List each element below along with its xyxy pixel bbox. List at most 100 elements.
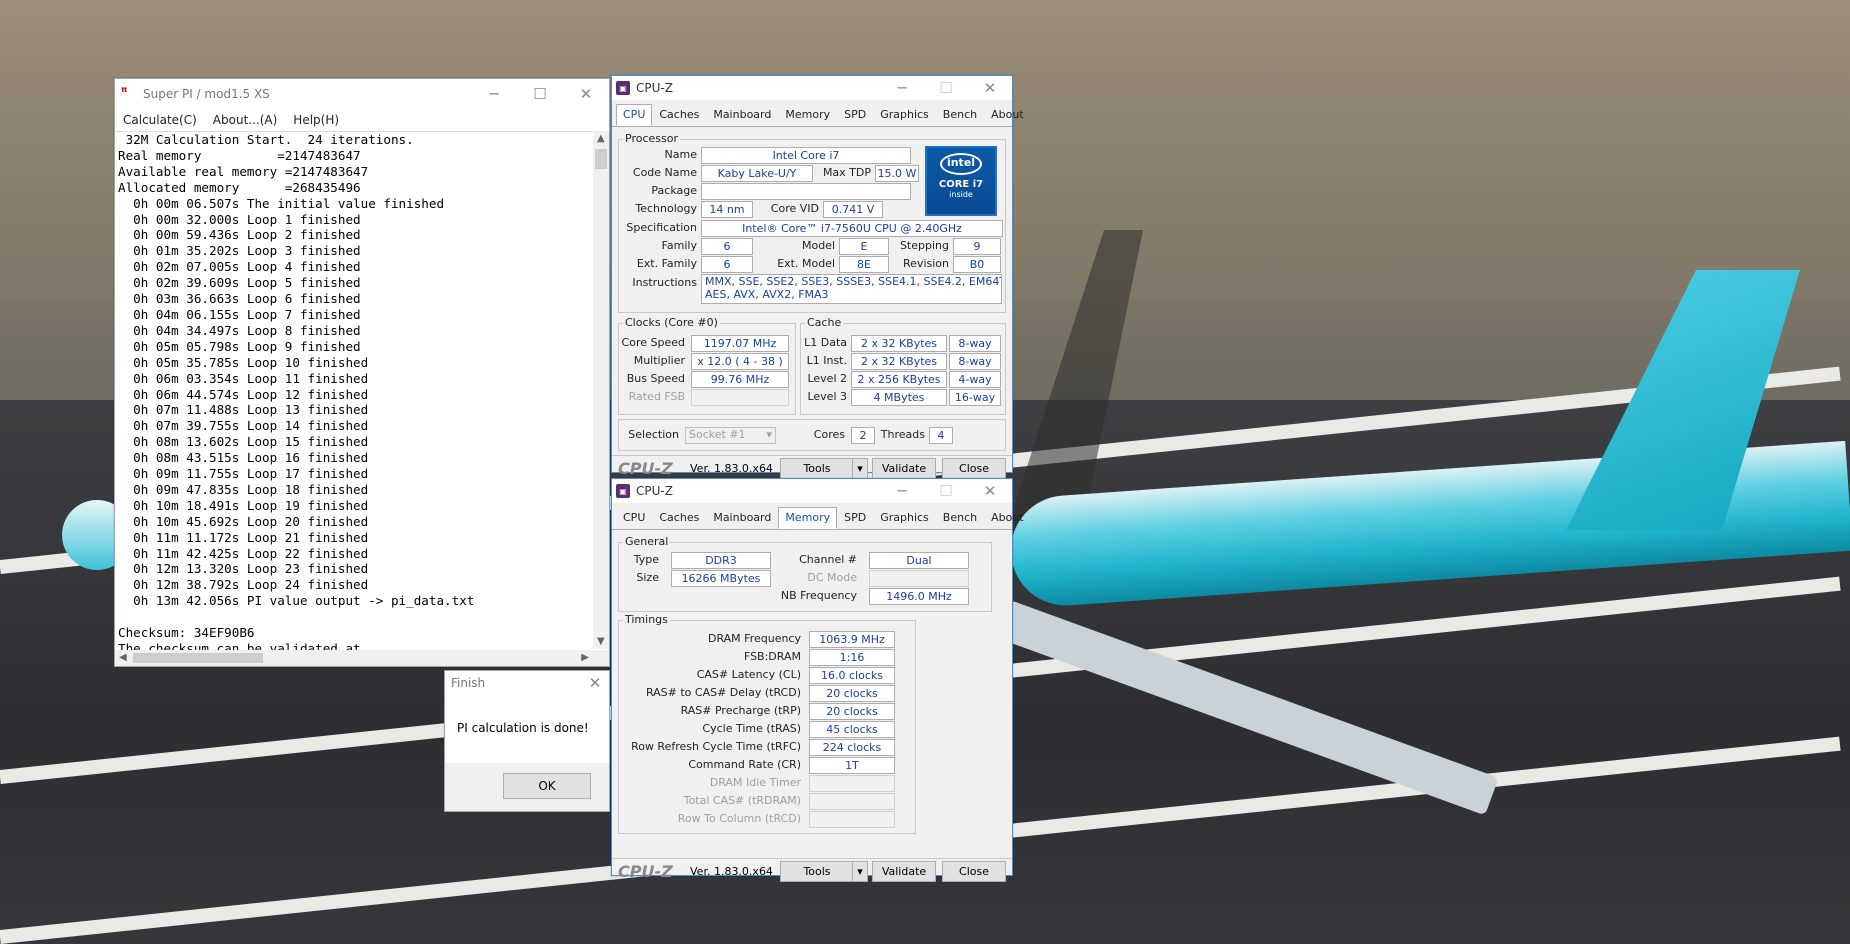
channel-label: Channel #	[799, 553, 857, 566]
scroll-left-icon[interactable]: ◀	[119, 652, 127, 663]
timing-label: DRAM Frequency	[707, 632, 801, 645]
stepping-value: 9	[953, 238, 1001, 255]
l1data-way: 8-way	[949, 335, 1001, 352]
close-icon[interactable]: ✕	[581, 671, 609, 695]
timing-label: Row To Column (tRCD)	[677, 812, 801, 825]
maxtdp-value: 15.0 W	[875, 165, 919, 182]
menu-calculate[interactable]: Calculate(C)	[115, 113, 205, 127]
scroll-right-icon[interactable]: ▶	[581, 652, 589, 663]
ok-button[interactable]: OK	[503, 773, 591, 799]
level2-label: Level 2	[807, 372, 847, 385]
superpi-menubar: Calculate(C) About...(A) Help(H)	[115, 109, 609, 131]
cpuz-tabbar: CPU Caches Mainboard Memory SPD Graphics…	[612, 100, 1024, 127]
tab-spd[interactable]: SPD	[837, 507, 873, 529]
minimize-icon[interactable]: ─	[880, 479, 924, 503]
extmodel-label: Ext. Model	[777, 257, 835, 270]
tab-memory[interactable]: Memory	[778, 104, 837, 126]
revision-label: Revision	[903, 257, 949, 270]
codename-label: Code Name	[632, 166, 697, 179]
cpuz-footer: CPU-Z Ver. 1.83.0.x64 Tools ▾ Validate C…	[612, 858, 1012, 883]
timing-value: 16.0 clocks	[809, 667, 895, 684]
socket-select[interactable]: Socket #1 ▾	[685, 427, 776, 444]
cpuz-cpu-window: ▣ CPU-Z ─ ☐ ✕ CPU Caches Mainboard Memor…	[611, 75, 1024, 479]
vertical-scrollbar[interactable]: ▲ ▼	[593, 131, 609, 649]
tab-bench[interactable]: Bench	[936, 104, 984, 126]
tools-button[interactable]: Tools	[780, 458, 854, 479]
superpi-window: π Super PI / mod1.5 XS ─ ☐ ✕ Calculate(C…	[114, 78, 610, 667]
timings-group: Timings DRAM Frequency 1063.9 MHz FSB:DRAM…	[618, 613, 916, 834]
timing-value: 1063.9 MHz	[809, 631, 895, 648]
tab-memory[interactable]: Memory	[778, 507, 838, 529]
maximize-icon[interactable]: ☐	[924, 76, 968, 100]
scrollbar-thumb[interactable]	[133, 653, 263, 663]
window-title: CPU-Z	[636, 81, 673, 95]
close-icon[interactable]: ✕	[968, 479, 1012, 503]
instructions-label: Instructions	[632, 276, 697, 289]
busspeed-value: 99.76 MHz	[691, 371, 789, 388]
level3-label: Level 3	[807, 390, 847, 403]
tab-cpu[interactable]: CPU	[616, 507, 652, 529]
tab-caches[interactable]: Caches	[652, 507, 706, 529]
scrollbar-thumb[interactable]	[595, 149, 607, 169]
cpuz-titlebar[interactable]: ▣ CPU-Z ─ ☐ ✕	[612, 76, 1012, 100]
maximize-icon[interactable]: ☐	[924, 479, 968, 503]
selection-label: Selection	[628, 428, 679, 441]
corespeed-label: Core Speed	[621, 336, 685, 349]
tab-mainboard[interactable]: Mainboard	[706, 507, 778, 529]
menu-help[interactable]: Help(H)	[285, 113, 347, 127]
revision-value: B0	[953, 256, 1001, 273]
cpu-panel: Processor Name Intel Core i7 Code Name K…	[612, 127, 1012, 455]
cores-label: Cores	[813, 428, 845, 441]
close-icon[interactable]: ✕	[563, 79, 609, 109]
tab-cpu[interactable]: CPU	[616, 104, 653, 126]
close-button[interactable]: Close	[942, 861, 1006, 882]
maximize-icon[interactable]: ☐	[517, 79, 563, 109]
size-value: 16266 MBytes	[671, 570, 771, 587]
timing-label: RAS# to CAS# Delay (tRCD)	[645, 686, 801, 699]
tab-graphics[interactable]: Graphics	[873, 507, 936, 529]
group-legend: Timings	[623, 613, 670, 626]
scroll-down-icon[interactable]: ▼	[597, 636, 605, 647]
close-button[interactable]: Close	[942, 458, 1006, 479]
timing-value	[809, 811, 895, 828]
validate-button[interactable]: Validate	[872, 458, 936, 479]
tab-about[interactable]: About	[984, 104, 1031, 126]
specification-value: Intel® Core™ i7-7560U CPU @ 2.40GHz	[701, 220, 1003, 237]
horizontal-scrollbar[interactable]: ◀ ▶	[115, 650, 609, 666]
timing-value	[809, 775, 895, 792]
tab-mainboard[interactable]: Mainboard	[706, 104, 778, 126]
close-icon[interactable]: ✕	[968, 76, 1012, 100]
corevid-label: Core VID	[770, 202, 819, 215]
tab-spd[interactable]: SPD	[837, 104, 873, 126]
tools-dropdown-icon[interactable]: ▾	[852, 458, 868, 479]
tab-bench[interactable]: Bench	[936, 507, 984, 529]
level2-way: 4-way	[949, 371, 1001, 388]
tools-dropdown-icon[interactable]: ▾	[852, 861, 868, 882]
superpi-titlebar[interactable]: π Super PI / mod1.5 XS ─ ☐ ✕	[115, 79, 609, 109]
superpi-app-icon: π	[121, 85, 128, 94]
minimize-icon[interactable]: ─	[880, 76, 924, 100]
specification-label: Specification	[626, 221, 697, 234]
tab-about[interactable]: About	[984, 507, 1031, 529]
cores-value: 2	[851, 427, 875, 444]
intel-core-i7-logo: intel CORE i7 inside	[925, 146, 997, 216]
superpi-output-log[interactable]: 32M Calculation Start. 24 iterations. Re…	[115, 131, 596, 650]
menu-about[interactable]: About...(A)	[205, 113, 286, 127]
busspeed-label: Bus Speed	[626, 372, 685, 385]
cpuz-titlebar[interactable]: ▣ CPU-Z ─ ☐ ✕	[612, 479, 1012, 503]
minimize-icon[interactable]: ─	[471, 79, 517, 109]
channel-value: Dual	[869, 552, 969, 569]
tab-caches[interactable]: Caches	[652, 104, 706, 126]
window-title: CPU-Z	[636, 484, 673, 498]
timing-value: 1:16	[809, 649, 895, 666]
validate-button[interactable]: Validate	[872, 861, 936, 882]
timing-label: RAS# Precharge (tRP)	[680, 704, 801, 717]
tools-button[interactable]: Tools	[780, 861, 854, 882]
family-value: 6	[701, 238, 753, 255]
l1data-value: 2 x 32 KBytes	[851, 335, 947, 352]
scroll-up-icon[interactable]: ▲	[597, 133, 605, 144]
finish-titlebar[interactable]: Finish ✕	[445, 671, 609, 695]
extfamily-label: Ext. Family	[636, 257, 697, 270]
l1inst-way: 8-way	[949, 353, 1001, 370]
tab-graphics[interactable]: Graphics	[873, 104, 936, 126]
